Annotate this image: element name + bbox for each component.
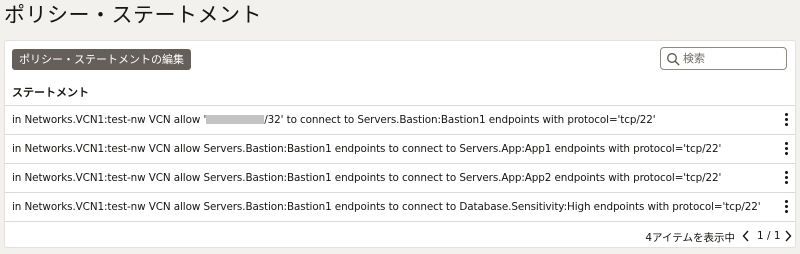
column-header-statement: ステートメント (12, 86, 89, 99)
statement-text: in Networks.VCN1:test-nw VCN allow ' /32'… (12, 114, 656, 126)
table-header: ステートメント (5, 77, 795, 106)
statement-prefix: in Networks.VCN1:test-nw VCN allow ' (12, 114, 207, 126)
statement-text: in Networks.VCN1:test-nw VCN allow Serve… (12, 172, 722, 184)
edit-statements-button[interactable]: ポリシー・ステートメントの編集 (12, 49, 191, 70)
statement-text: in Networks.VCN1:test-nw VCN allow Serve… (12, 143, 722, 155)
search-icon (667, 52, 680, 66)
table-row: in Networks.VCN1:test-nw VCN allow Serve… (5, 193, 795, 222)
item-count: 4アイテムを表示中 (645, 232, 735, 244)
redacted-ip (206, 115, 265, 124)
kebab-menu-icon[interactable] (782, 142, 790, 156)
statement-text: in Networks.VCN1:test-nw VCN allow Serve… (12, 201, 761, 213)
table-row: in Networks.VCN1:test-nw VCN allow Serve… (5, 135, 795, 164)
kebab-menu-icon[interactable] (782, 113, 790, 127)
table-row: in Networks.VCN1:test-nw VCN allow Serve… (5, 164, 795, 193)
kebab-menu-icon[interactable] (782, 200, 790, 214)
page-title: ポリシー・ステートメント (4, 3, 262, 27)
chevron-right-icon[interactable] (784, 230, 792, 242)
chevron-left-icon[interactable] (742, 230, 750, 242)
table-row: in Networks.VCN1:test-nw VCN allow ' /32'… (5, 106, 795, 135)
table-footer: 4アイテムを表示中 1 / 1 (5, 221, 795, 249)
search-box[interactable] (660, 47, 787, 70)
statement-suffix: /32' to connect to Servers.Bastion:Basti… (264, 114, 656, 126)
statements-panel: ポリシー・ステートメントの編集 ステートメント in Networks.VCN1… (4, 40, 796, 248)
toolbar: ポリシー・ステートメントの編集 (5, 41, 795, 77)
pagination-label: 1 / 1 (757, 230, 781, 242)
kebab-menu-icon[interactable] (782, 171, 790, 185)
statements-table: ステートメント in Networks.VCN1:test-nw VCN all… (5, 77, 795, 222)
search-input[interactable] (683, 52, 778, 65)
